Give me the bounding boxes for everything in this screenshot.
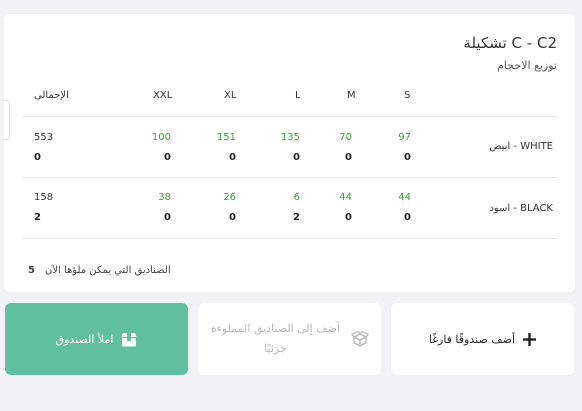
qty-cell: 97 — [398, 132, 411, 143]
fillable-boxes-label: الصناديق التي يمكن ملؤها الآن — [44, 265, 171, 276]
fillable-boxes-count: 5 — [28, 265, 35, 276]
qty-cell: 26 — [223, 192, 236, 203]
qty-cell: 38 — [158, 192, 171, 203]
fill-box-button[interactable]: املأ الصندوق — [5, 303, 188, 375]
side-panel-handle[interactable] — [4, 100, 10, 140]
box-cell: 0 — [404, 212, 411, 223]
qty-cell: 100 — [151, 132, 171, 143]
box-total: 0 — [34, 152, 41, 163]
box-cell: 0 — [345, 152, 352, 163]
qty-total: 158 — [34, 192, 54, 203]
add-to-partial-boxes-button[interactable]: أضف إلى الصناديق المملوءة جزئيًا — [198, 303, 381, 375]
qty-cell: 44 — [339, 192, 352, 203]
box-cell: 0 — [164, 152, 171, 163]
qty-cell: 6 — [293, 192, 300, 203]
table-divider — [22, 238, 557, 239]
plus-icon — [523, 332, 537, 346]
box-cell: 0 — [164, 212, 171, 223]
qty-cell: 135 — [280, 132, 300, 143]
box-cell: 0 — [345, 212, 352, 223]
column-header-xl: XL — [224, 90, 237, 101]
box-icon — [121, 332, 137, 347]
size-distribution-card: تشكيلة C - C2 توزيع الاحجام S M L XL XXL… — [4, 14, 575, 292]
box-cell: 0 — [229, 152, 236, 163]
qty-cell: 151 — [216, 132, 236, 143]
fillable-boxes-note: 5 الصناديق التي يمكن ملؤها الآن — [28, 265, 171, 276]
box-total: 2 — [34, 212, 41, 223]
table-divider — [22, 116, 557, 117]
column-header-l: L — [295, 90, 301, 101]
column-header-s: S — [404, 90, 411, 101]
row-label-black: اسود - BLACK — [489, 203, 553, 214]
page-title: تشكيلة C - C2 — [463, 34, 557, 52]
fill-box-label: املأ الصندوق — [55, 332, 114, 346]
box-cell: 2 — [293, 212, 300, 223]
box-cell: 0 — [229, 212, 236, 223]
add-to-partial-boxes-label: أضف إلى الصناديق المملوءة جزئيًا — [211, 322, 340, 355]
add-empty-box-label: أضف صندوقًا فارغًا — [428, 332, 516, 346]
row-label-white: ابيض - WHITE — [489, 141, 553, 152]
column-header-m: M — [347, 90, 356, 101]
column-header-total: الإجمالى — [34, 90, 69, 101]
column-header-xxl: XXL — [153, 90, 173, 101]
page-subtitle: توزيع الاحجام — [497, 59, 557, 72]
box-cell: 0 — [404, 152, 411, 163]
table-divider — [22, 177, 557, 178]
box-cell: 0 — [293, 152, 300, 163]
open-box-icon — [350, 331, 369, 347]
qty-cell: 44 — [398, 192, 411, 203]
qty-cell: 70 — [339, 132, 352, 143]
qty-total: 553 — [34, 132, 54, 143]
add-empty-box-button[interactable]: أضف صندوقًا فارغًا — [391, 303, 574, 375]
